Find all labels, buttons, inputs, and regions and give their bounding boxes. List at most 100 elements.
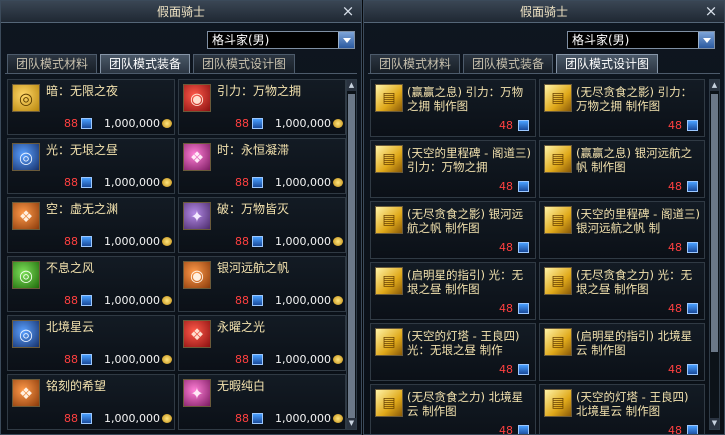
ring-icon: ◎ — [12, 261, 40, 289]
equipment-item[interactable]: ◉ 引力：万物之拥 88 1,000,000 — [178, 79, 346, 135]
tab-materials[interactable]: 团队模式材料 — [7, 54, 98, 74]
item-footer: 88 1,000,000 — [8, 293, 174, 309]
item-name: (天空的里程碑 - 阁道三) 引力：万物之拥 — [407, 146, 531, 174]
gold-price: 1,000,000 — [275, 176, 331, 189]
equipment-item[interactable]: ❖ 时：永恒凝滞 88 1,000,000 — [178, 138, 346, 194]
gold-coin-icon — [333, 237, 343, 246]
equipment-item[interactable]: ❖ 空：虚无之渊 88 1,000,000 — [7, 197, 175, 253]
blueprint-scroll-icon: ▤ — [375, 206, 403, 234]
gold-price: 1,000,000 — [275, 353, 331, 366]
dropdown-value: 格斗家(男) — [572, 33, 630, 47]
item-footer: 88 1,000,000 — [8, 411, 174, 427]
blueprint-item[interactable]: ▤ (天空的里程碑 - 阁道三) 银河远航之帆 制 48 — [539, 201, 705, 259]
equipment-item[interactable]: ◎ 暗：无限之夜 88 1,000,000 — [7, 79, 175, 135]
gold-price: 1,000,000 — [104, 353, 160, 366]
item-name: 暗：无限之夜 — [46, 84, 119, 98]
close-icon[interactable]: × — [702, 2, 720, 20]
close-icon[interactable]: × — [339, 2, 357, 20]
item-count: 48 — [499, 241, 513, 254]
item-count: 48 — [499, 302, 513, 315]
item-count: 48 — [668, 302, 682, 315]
item-count: 88 — [235, 353, 249, 366]
ring-icon: ◎ — [12, 143, 40, 171]
item-name: (无尽贪食之力) 光：无垠之昼 制作图 — [576, 268, 693, 296]
blueprint-item[interactable]: ▤ (启明星的指引) 北境星云 制作图 48 — [539, 323, 705, 381]
item-footer: 48 — [371, 301, 535, 317]
item-count: 48 — [668, 180, 682, 193]
gold-price: 1,000,000 — [104, 235, 160, 248]
blueprint-scroll-icon: ▤ — [375, 267, 403, 295]
gold-price: 1,000,000 — [275, 235, 331, 248]
tab-equipment[interactable]: 团队模式装备 — [463, 54, 554, 74]
equipment-item[interactable]: ◉ 银河远航之帆 88 1,000,000 — [178, 256, 346, 312]
blueprint-item[interactable]: ▤ (天空的灯塔 - 王良四) 北境星云 制作图 48 — [539, 384, 705, 434]
scroll-up-icon[interactable]: ▲ — [710, 80, 719, 91]
gold-coin-icon — [162, 119, 172, 128]
scroll-up-icon[interactable]: ▲ — [347, 80, 356, 91]
item-footer: 48 — [371, 118, 535, 134]
gold-price: 1,000,000 — [275, 294, 331, 307]
item-name: 破：万物皆灭 — [217, 202, 290, 216]
item-count: 48 — [668, 363, 682, 376]
chevron-down-icon[interactable] — [338, 32, 354, 48]
equipment-item[interactable]: ◎ 不息之风 88 1,000,000 — [7, 256, 175, 312]
gold-price: 1,000,000 — [104, 117, 160, 130]
scroll-thumb[interactable] — [711, 94, 718, 352]
necklace-icon: ❖ — [183, 320, 211, 348]
tab-equipment[interactable]: 团队模式装备 — [100, 54, 191, 74]
equipment-item[interactable]: ◎ 北境星云 88 1,000,000 — [7, 315, 175, 371]
tab-divider — [5, 73, 357, 74]
equipment-item[interactable]: ◎ 光：无垠之昼 88 1,000,000 — [7, 138, 175, 194]
item-name: (赢赢之息) 银河远航之帆 制作图 — [576, 146, 693, 174]
scrollbar[interactable]: ▲ ▼ — [709, 79, 720, 430]
item-footer: 48 — [540, 362, 704, 378]
bind-lock-icon — [81, 177, 92, 188]
gold-coin-icon — [162, 178, 172, 187]
tab-blueprints[interactable]: 团队模式设计图 — [193, 54, 296, 74]
bind-lock-icon — [518, 425, 529, 434]
class-dropdown[interactable]: 格斗家(男) — [567, 31, 715, 49]
bind-lock-icon — [252, 236, 263, 247]
chevron-down-icon[interactable] — [698, 32, 714, 48]
class-dropdown[interactable]: 格斗家(男) — [207, 31, 355, 49]
item-footer: 88 1,000,000 — [179, 234, 345, 250]
gold-coin-icon — [162, 414, 172, 423]
scroll-down-icon[interactable]: ▼ — [710, 418, 719, 429]
bind-lock-icon — [252, 118, 263, 129]
tab-bar: 团队模式材料 团队模式装备 团队模式设计图 — [370, 54, 659, 74]
blueprint-item[interactable]: ▤ (启明星的指引) 光：无垠之昼 制作图 48 — [370, 262, 536, 320]
bind-lock-icon — [518, 181, 529, 192]
scrollbar[interactable]: ▲ ▼ — [346, 79, 357, 430]
equipment-item[interactable]: ❖ 铭刻的希望 88 1,000,000 — [7, 374, 175, 430]
tab-bar: 团队模式材料 团队模式装备 团队模式设计图 — [7, 54, 296, 74]
blueprint-item[interactable]: ▤ (无尽贪食之影) 引力：万物之拥 制作图 48 — [539, 79, 705, 137]
blueprint-item[interactable]: ▤ (赢赢之息) 引力：万物之拥 制作图 48 — [370, 79, 536, 137]
blueprint-item[interactable]: ▤ (无尽贪食之力) 北境星云 制作图 48 — [370, 384, 536, 434]
scroll-down-icon[interactable]: ▼ — [347, 418, 356, 429]
bind-lock-icon — [518, 303, 529, 314]
equipment-item[interactable]: ❖ 永曜之光 88 1,000,000 — [178, 315, 346, 371]
necklace-icon: ❖ — [12, 379, 40, 407]
item-footer: 48 — [540, 240, 704, 256]
item-footer: 88 1,000,000 — [179, 352, 345, 368]
tab-blueprints[interactable]: 团队模式设计图 — [556, 54, 659, 74]
blueprint-item[interactable]: ▤ (天空的灯塔 - 王良四) 光：无垠之昼 制作 48 — [370, 323, 536, 381]
blueprint-item[interactable]: ▤ (无尽贪食之力) 光：无垠之昼 制作图 48 — [539, 262, 705, 320]
tab-materials[interactable]: 团队模式材料 — [370, 54, 461, 74]
item-name: 光：无垠之昼 — [46, 143, 119, 157]
blueprint-item[interactable]: ▤ (赢赢之息) 银河远航之帆 制作图 48 — [539, 140, 705, 198]
item-count: 48 — [668, 119, 682, 132]
scroll-thumb[interactable] — [348, 94, 355, 424]
blueprint-item[interactable]: ▤ (无尽贪食之影) 银河远航之帆 制作图 48 — [370, 201, 536, 259]
equipment-item[interactable]: ✦ 破：万物皆灭 88 1,000,000 — [178, 197, 346, 253]
right-panel: 假面骑士 × 格斗家(男) 团队模式材料 团队模式装备 团队模式设计图 ▤ (赢赢… — [363, 0, 725, 435]
earring-icon: ✦ — [183, 379, 211, 407]
item-name: (启明星的指引) 北境星云 制作图 — [576, 329, 693, 357]
equipment-item[interactable]: ✦ 无暇纯白 88 1,000,000 — [178, 374, 346, 430]
item-name: (天空的灯塔 - 王良四) 北境星云 制作图 — [576, 390, 689, 418]
blueprint-scroll-icon: ▤ — [544, 328, 572, 356]
blueprint-item[interactable]: ▤ (天空的里程碑 - 阁道三) 引力：万物之拥 48 — [370, 140, 536, 198]
dropdown-value: 格斗家(男) — [212, 33, 270, 47]
item-count: 88 — [235, 294, 249, 307]
gold-price: 1,000,000 — [104, 412, 160, 425]
